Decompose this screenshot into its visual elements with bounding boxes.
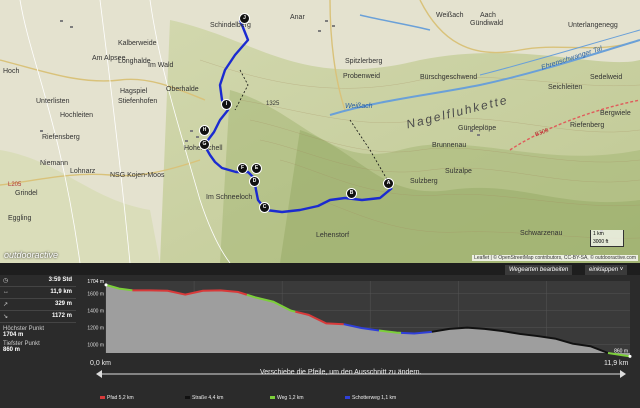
- place-label: Longhalde: [118, 58, 151, 65]
- elevation-profile-chart[interactable]: 1000 m1200 m1400 m1600 m0,0 km2,0 km4,0 …: [78, 275, 634, 361]
- place-label: Hochleiten: [60, 112, 94, 119]
- peak-label: 1325: [266, 101, 280, 107]
- river-label-1: Weißach: [345, 103, 373, 110]
- legend-item-weg: Weg 1,2 km: [270, 395, 304, 401]
- waypoint-marker-f[interactable]: F: [237, 163, 248, 174]
- place-label: Grindel: [15, 190, 38, 197]
- ytick-label: 1600 m: [87, 292, 104, 298]
- place-label: Oberhalde: [166, 86, 199, 93]
- place-label: Unterlisten: [36, 98, 70, 105]
- waypoint-marker-e[interactable]: E: [251, 163, 262, 174]
- place-label: Sulzberg: [410, 178, 438, 185]
- waypoint-marker-h[interactable]: H: [199, 125, 210, 136]
- place-label: Riefensberg: [42, 134, 80, 141]
- legend-item-schotterweg: Schotterweg 1,1 km: [345, 395, 396, 401]
- place-label: Hoch: [3, 68, 20, 75]
- legend-swatch: [185, 396, 190, 400]
- map-scale-bar: 1 km 3000 ft: [590, 230, 624, 247]
- profile-end-label: 860 m: [614, 348, 628, 354]
- place-label: Seichleiten: [548, 84, 583, 91]
- ytick-label: 1200 m: [87, 326, 104, 332]
- place-label: NSG Kojen-Moos: [110, 172, 165, 179]
- outdooractive-logo: outdooractive: [4, 250, 59, 260]
- range-end-label: 11,9 km: [604, 360, 629, 367]
- place-label: Brunnenau: [432, 142, 467, 149]
- road-label-1: L205: [8, 182, 22, 188]
- place-label: Anar: [290, 14, 305, 21]
- slider-hint: Verschiebe die Pfeile, um den Ausschnitt…: [260, 369, 422, 376]
- ytick-label: 1400 m: [87, 309, 104, 315]
- tour-stats: ◷ 3:59 Std ↔ 11,9 km ↗ 329 m ↘ 1172 m Hö…: [0, 275, 76, 353]
- place-label: Lehenstorf: [316, 232, 350, 239]
- place-label: Sedelweid: [590, 74, 623, 81]
- legend-swatch: [100, 396, 105, 400]
- map-view[interactable]: Schindelberg Kalberweide Am Alpsee Longhald…: [0, 0, 640, 263]
- place-label: Riefenberg: [570, 122, 605, 129]
- place-label: Im Wald: [148, 62, 174, 69]
- profile-start-point: [104, 283, 108, 287]
- place-label: Niemann: [40, 160, 69, 167]
- waypoint-marker-i[interactable]: I: [221, 99, 232, 110]
- legend-item-pfad: Pfad 5,2 km: [100, 395, 134, 401]
- range-handle-right[interactable]: [620, 370, 626, 378]
- waypoint-marker-j[interactable]: J: [239, 13, 250, 24]
- place-label: Bergwiele: [600, 110, 631, 117]
- stat-descent: ↘ 1172 m: [0, 311, 76, 323]
- place-label: Gündiwald: [470, 20, 504, 27]
- edit-waytypes-button[interactable]: Wegearten bearbeiten: [505, 265, 573, 275]
- legend-swatch: [270, 396, 275, 400]
- waypoint-marker-b[interactable]: B: [346, 188, 357, 199]
- ascent-icon: ↗: [3, 302, 9, 308]
- place-label: Stiefenhofen: [118, 98, 158, 105]
- waypoint-marker-c[interactable]: C: [259, 202, 270, 213]
- stat-duration: ◷ 3:59 Std: [0, 275, 76, 287]
- range-start-label: 0,0 km: [90, 360, 112, 367]
- waypoint-marker-g[interactable]: G: [199, 139, 210, 150]
- place-label: Sulzalpe: [445, 168, 472, 175]
- place-label: Spitzlerberg: [345, 58, 383, 65]
- place-label: Unterlangenegg: [568, 22, 618, 29]
- place-label: Probenweid: [343, 73, 380, 80]
- panel-toolbar: Wegearten bearbeiten einklappen ˅: [0, 263, 640, 275]
- clock-icon: ◷: [3, 278, 9, 284]
- descent-icon: ↘: [3, 314, 9, 320]
- waypoint-marker-a[interactable]: A: [383, 178, 394, 189]
- stat-ascent: ↗ 329 m: [0, 299, 76, 311]
- ytick-label: 1000 m: [87, 343, 104, 349]
- stat-distance: ↔ 11,9 km: [0, 287, 76, 299]
- lowest-point-value: 860 m: [3, 347, 21, 353]
- distance-icon: ↔: [3, 289, 9, 295]
- place-label: Hagspiel: [120, 88, 148, 95]
- place-label: Im Schneeloch: [206, 194, 253, 201]
- place-label: Aach: [480, 12, 496, 19]
- map-attribution[interactable]: Leaflet | © OpenStreetMap contributors, …: [472, 255, 638, 261]
- place-label: Bürschgeschwend: [420, 74, 478, 81]
- legend-swatch: [345, 396, 350, 400]
- collapse-button[interactable]: einklappen ˅: [585, 265, 628, 275]
- place-label: Kalberweide: [118, 40, 157, 47]
- place-label: Gündeplöpe: [458, 125, 497, 132]
- elevation-panel: Wegearten bearbeiten einklappen ˅ ◷ 3:59…: [0, 263, 640, 408]
- place-label: Schwarzenau: [520, 230, 563, 237]
- highest-point-value: 1704 m: [3, 332, 24, 338]
- profile-end-point: [628, 354, 632, 358]
- chevron-down-icon: ˅: [618, 267, 624, 273]
- waypoint-marker-d[interactable]: D: [249, 176, 260, 187]
- place-label: Eggling: [8, 215, 32, 222]
- place-label: Lohnarz: [70, 168, 96, 175]
- profile-max-label: 1704 m: [87, 279, 104, 285]
- range-handle-left[interactable]: [96, 370, 102, 378]
- place-label: Weißach: [436, 12, 464, 19]
- legend-item-strasse: Straße 4,4 km: [185, 395, 223, 401]
